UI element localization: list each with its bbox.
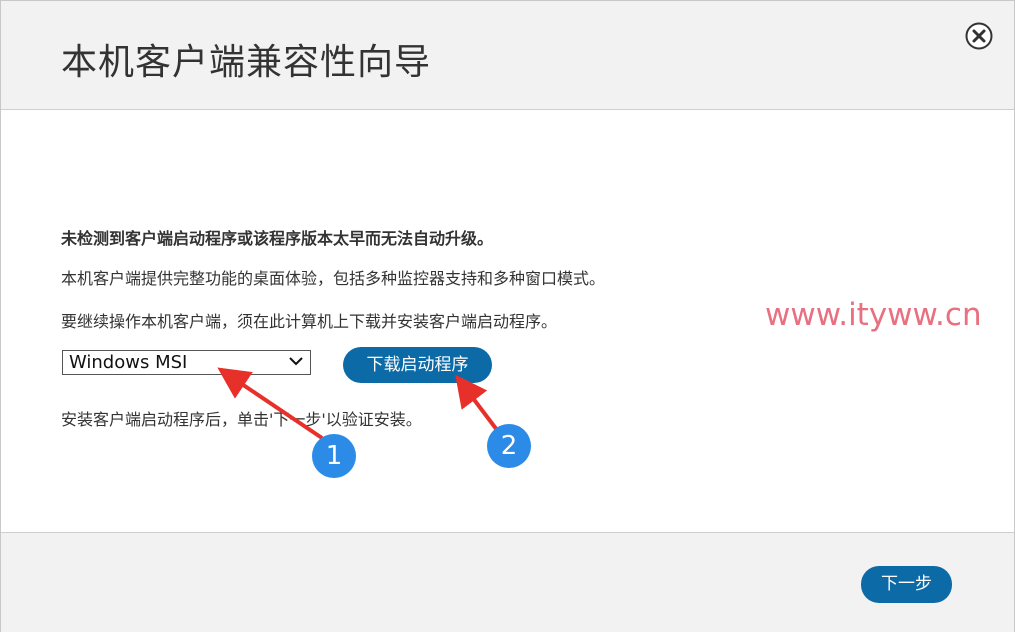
annotation-badge-1: 1	[312, 434, 356, 478]
annotation-badge-2: 2	[487, 424, 531, 468]
arrow-1	[217, 367, 324, 440]
annotation-arrows	[217, 367, 499, 440]
arrow-2	[455, 374, 499, 432]
